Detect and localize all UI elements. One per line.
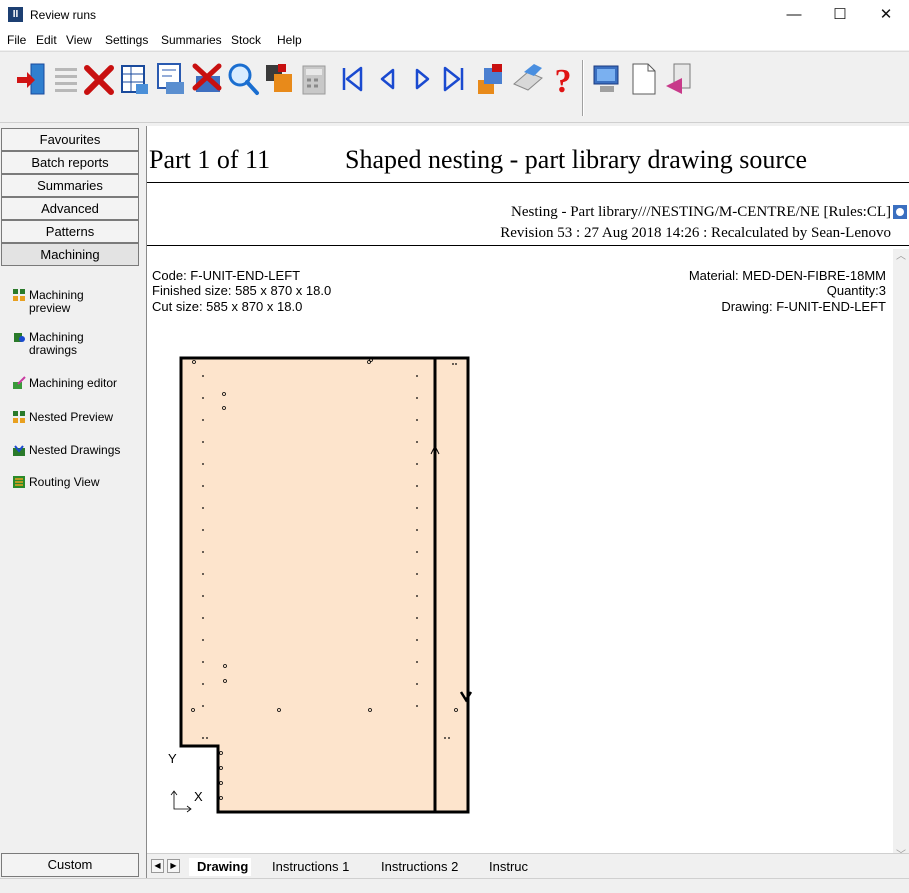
finished-size: Finished size: 585 x 870 x 18.0 (152, 283, 332, 298)
tab-drawing[interactable]: Drawing (189, 858, 252, 876)
menu-file[interactable]: File (7, 33, 26, 47)
tool-label-line: Nested Drawings (29, 443, 121, 457)
stack-icon[interactable] (474, 60, 508, 98)
part-code: Code: F-UNIT-END-LEFT (152, 268, 301, 283)
cancel-layout-icon[interactable] (190, 60, 224, 98)
nav-favourites[interactable]: Favourites (1, 128, 139, 151)
drawing-name: Drawing: F-UNIT-END-LEFT (721, 299, 886, 314)
machining-preview-icon (13, 289, 25, 301)
blank-page-icon[interactable] (626, 60, 660, 98)
vertical-scrollbar[interactable]: ︿ ﹀ (893, 249, 909, 864)
parts-icon[interactable] (262, 60, 296, 98)
first-icon[interactable] (334, 60, 368, 98)
tab-next-icon[interactable]: ▶ (167, 859, 180, 873)
horizontal-scrollbar[interactable] (541, 859, 909, 875)
info-icon[interactable] (893, 205, 907, 219)
menu-settings[interactable]: Settings (105, 33, 148, 47)
routing-view-icon (13, 476, 25, 488)
tab-instructions-1[interactable]: Instructions 1 (264, 858, 352, 876)
previous-icon[interactable] (370, 60, 404, 98)
svg-text:?: ? (555, 63, 572, 98)
cut-size: Cut size: 585 x 870 x 18.0 (152, 299, 303, 314)
tool-label-line: drawings (29, 343, 78, 357)
menu-view[interactable]: View (66, 33, 92, 47)
nested-drawings-icon (13, 445, 25, 456)
status-bar (0, 878, 909, 893)
tool-label-line: Routing View (29, 475, 100, 489)
menu-summaries[interactable]: Summaries (161, 33, 222, 47)
report-view: Part 1 of 11 Shaped nesting - part libra… (146, 126, 909, 878)
part-label: Part 1 of 11 (149, 145, 271, 174)
nav-summaries[interactable]: Summaries (1, 174, 139, 197)
menu-stock[interactable]: Stock (231, 33, 261, 47)
nav-batch-reports[interactable]: Batch reports (1, 151, 139, 174)
part-drawing (170, 356, 473, 814)
delete-icon[interactable] (82, 60, 116, 98)
tab-prev-icon[interactable]: ◀ (151, 859, 164, 873)
tab-instructions-2[interactable]: Instructions 2 (373, 858, 461, 876)
calculator-icon[interactable] (298, 60, 332, 98)
nested-preview-icon (13, 411, 25, 423)
monitor-icon[interactable] (590, 60, 624, 98)
toolbar-separator (582, 60, 584, 116)
quantity: Quantity:3 (826, 283, 886, 298)
open-icon[interactable] (14, 60, 48, 98)
nav-advanced[interactable]: Advanced (1, 197, 139, 220)
scroll-up-icon[interactable]: ︿ (893, 249, 909, 265)
layout-icon[interactable] (154, 60, 188, 98)
revision-text: Revision 53 : 27 Aug 2018 14:26 : Recalc… (500, 225, 891, 241)
axis-x-label: X (194, 789, 203, 804)
tool-label-line: Machining editor (29, 376, 118, 390)
source-text: Nesting - Part library///NESTING/M-CENTR… (511, 204, 891, 220)
grid-report-icon[interactable] (118, 60, 152, 98)
last-icon[interactable] (438, 60, 472, 98)
axis-y-label: Y (168, 751, 177, 766)
search-icon[interactable] (226, 60, 260, 98)
close-button[interactable]: ✕ (863, 0, 909, 30)
tool-label-line: preview (29, 301, 71, 315)
report-heading: Shaped nesting - part library drawing so… (345, 145, 808, 174)
custom-button[interactable]: Custom (1, 853, 139, 877)
tab-bar: ◀ ▶ Drawing Instructions 1 Instructions … (147, 853, 909, 878)
app-icon: II (8, 7, 23, 22)
minimize-button[interactable]: — (771, 0, 817, 30)
toolbar: ? (0, 51, 909, 123)
machining-editor-icon (13, 376, 26, 389)
material: Material: MED-DEN-FIBRE-18MM (688, 268, 886, 283)
menu-bar: File Edit View Settings Summaries Stock … (0, 30, 909, 50)
list-icon[interactable] (47, 60, 81, 98)
axis-indicator (170, 790, 192, 813)
export-icon[interactable] (662, 60, 696, 98)
title-bar: II Review runs — ☐ ✕ (0, 0, 909, 30)
nav-patterns[interactable]: Patterns (1, 220, 139, 243)
menu-edit[interactable]: Edit (36, 33, 57, 47)
nav-machining[interactable]: Machining (1, 243, 139, 266)
tool-label-line: Nested Preview (29, 410, 114, 424)
menu-help[interactable]: Help (277, 33, 302, 47)
header-rule (147, 245, 909, 246)
print-icon[interactable] (510, 60, 544, 98)
header-rule (147, 182, 909, 183)
part-panel (179, 356, 470, 814)
help-icon[interactable]: ? (546, 60, 580, 98)
next-icon[interactable] (406, 60, 440, 98)
sidebar: Favourites Batch reports Summaries Advan… (0, 126, 140, 878)
window-title: Review runs (30, 8, 97, 22)
tab-instructions-3[interactable]: Instruc (481, 858, 539, 876)
maximize-button[interactable]: ☐ (817, 0, 863, 30)
machining-drawings-icon (14, 333, 25, 342)
